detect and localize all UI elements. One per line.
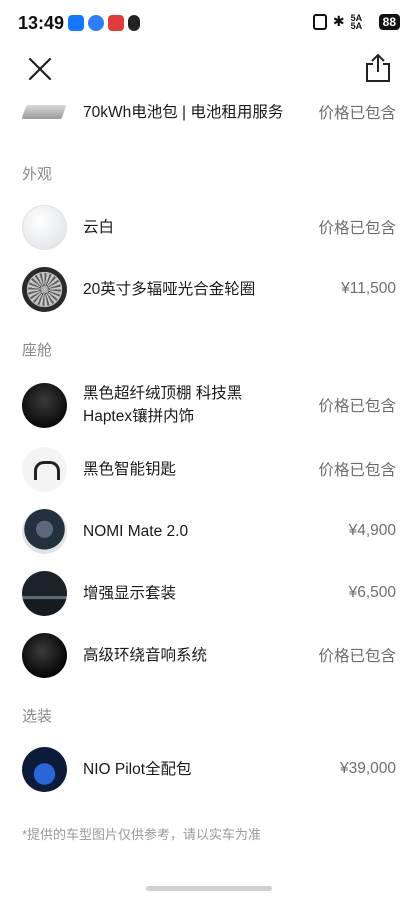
car-image: [22, 746, 67, 792]
smart-key-image: [22, 446, 67, 492]
list-item: 黑色超纤绒顶棚 科技黑 Haptex镶拼内饰 价格已包含: [0, 372, 418, 438]
item-name: NIO Pilot全配包: [83, 760, 192, 778]
battery-pack-image: [22, 90, 67, 135]
black-interior-image: [22, 382, 67, 428]
system-icons: ✱ 5A 5A 88: [312, 12, 400, 31]
qq-icon: [128, 15, 140, 31]
section-title-options: 选装: [22, 707, 53, 725]
item-price: ¥11,500: [341, 280, 396, 297]
item-name: NOMI Mate 2.0: [83, 522, 189, 540]
battery-icon: 88: [378, 13, 400, 30]
list-item: 黑色智能钥匙 价格已包含: [0, 438, 418, 500]
white-paint-image: [22, 204, 67, 250]
config-list: 70kWh电池包 | 电池租用服务 价格已包含 外观 云白 价格已包含 20英寸…: [0, 88, 418, 800]
item-price: 价格已包含: [318, 462, 396, 479]
close-icon: [28, 57, 52, 81]
audio-image: [22, 632, 67, 678]
list-item: 增强显示套装 ¥6,500: [0, 562, 418, 624]
item-name: 20英寸多辐哑光合金轮圈: [83, 280, 256, 298]
notification-icons: [68, 15, 140, 31]
status-bar: 13:49 ✱ 5A 5A 88: [0, 0, 418, 48]
share-button[interactable]: [364, 53, 392, 83]
item-price: 价格已包含: [318, 648, 396, 665]
list-item: 70kWh电池包 | 电池租用服务 价格已包含: [0, 88, 418, 136]
list-item: 云白 价格已包含: [0, 196, 418, 258]
item-name: 黑色超纤绒顶棚 科技黑 Haptex镶拼内饰: [83, 385, 243, 425]
item-name: 高级环绕音响系统: [83, 646, 208, 664]
list-item: NIO Pilot全配包 ¥39,000: [0, 738, 418, 800]
bluetooth-icon: ✱: [332, 13, 345, 29]
item-name: 增强显示套装: [83, 584, 177, 602]
item-name: 云白: [83, 218, 115, 236]
list-item: 高级环绕音响系统 价格已包含: [0, 624, 418, 686]
signal-icon: 5A 5A: [350, 12, 363, 31]
disclaimer-text: *提供的车型图片仅供参考，请以实车为准: [22, 827, 262, 842]
section-title-cabin: 座舱: [22, 341, 53, 359]
item-name: 70kWh电池包 | 电池租用服务: [83, 103, 284, 121]
wheel-image: [22, 266, 67, 312]
item-price: ¥6,500: [348, 584, 396, 601]
item-price: ¥4,900: [348, 522, 396, 539]
nfc-icon: [312, 13, 327, 30]
news-app-icon: [108, 15, 124, 31]
item-price: ¥39,000: [339, 760, 396, 777]
item-price: 价格已包含: [318, 220, 396, 237]
list-item: NOMI Mate 2.0 ¥4,900: [0, 500, 418, 562]
home-indicator[interactable]: [146, 886, 272, 891]
section-title-exterior: 外观: [22, 165, 53, 183]
item-price: 价格已包含: [318, 398, 396, 415]
close-button[interactable]: [26, 55, 54, 83]
status-time: 13:49: [18, 13, 65, 33]
item-price: 价格已包含: [318, 105, 396, 122]
nomi-image: [22, 508, 67, 554]
list-item: 20英寸多辐哑光合金轮圈 ¥11,500: [0, 258, 418, 320]
display-image: [22, 570, 67, 616]
alipay-icon: [68, 15, 84, 31]
chat-app-icon: [88, 15, 104, 31]
item-name: 黑色智能钥匙: [83, 460, 177, 478]
share-icon: [366, 53, 390, 82]
